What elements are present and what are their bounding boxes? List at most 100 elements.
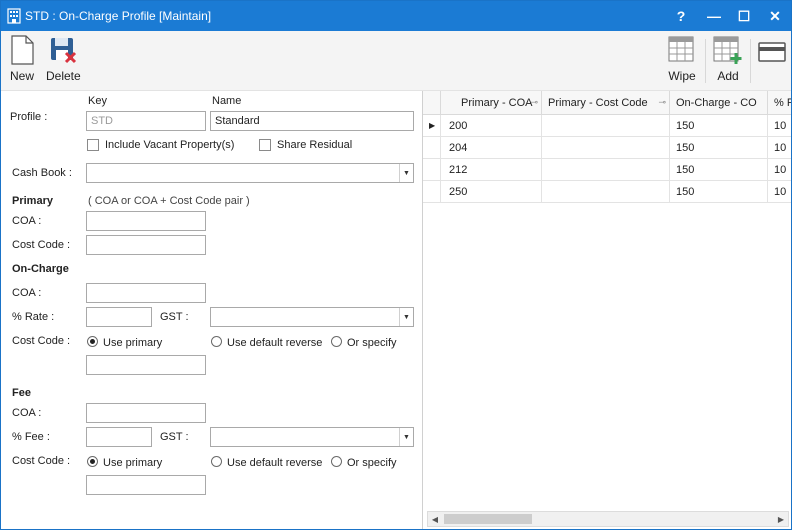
table-cell[interactable]: [542, 137, 670, 159]
on-charge-gst-select[interactable]: ▼: [210, 307, 414, 327]
wipe-button[interactable]: Wipe: [668, 35, 696, 83]
column-header[interactable]: % R: [768, 91, 791, 115]
primary-coa-label: COA :: [12, 215, 42, 227]
fee-specify-field[interactable]: [86, 475, 206, 495]
primary-cost-code-field[interactable]: [86, 235, 206, 255]
table-cell[interactable]: 250: [441, 181, 542, 203]
fee-gst-label: GST :: [160, 431, 189, 443]
table-cell[interactable]: 150: [670, 137, 768, 159]
pin-icon[interactable]: ⊸: [530, 97, 538, 108]
table-cell[interactable]: [542, 181, 670, 203]
cash-book-label: Cash Book :: [12, 167, 72, 179]
add-grid-icon: [713, 36, 742, 64]
scroll-left-icon[interactable]: ◀: [428, 512, 442, 526]
card-button[interactable]: [758, 35, 786, 65]
table-cell[interactable]: 10: [768, 159, 791, 181]
column-header-label: On-Charge - CO: [676, 97, 757, 109]
table-row[interactable]: 204 150 10: [423, 137, 791, 159]
building-icon: [7, 8, 21, 24]
include-vacant-label: Include Vacant Property(s): [105, 139, 235, 151]
table-cell[interactable]: 200: [441, 115, 542, 137]
table-row[interactable]: 250 150 10: [423, 181, 791, 203]
table-cell[interactable]: [542, 115, 670, 137]
column-header-label: % R: [774, 97, 791, 109]
table-cell[interactable]: 10: [768, 115, 791, 137]
grid-header: Primary - COA ⊸ Primary - Cost Code ⊸ On…: [423, 91, 791, 115]
primary-hint: ( COA or COA + Cost Code pair ): [88, 195, 250, 207]
horizontal-scrollbar[interactable]: ◀ ▶: [427, 511, 789, 527]
table-cell[interactable]: 10: [768, 137, 791, 159]
fee-default-reverse-radio[interactable]: [211, 456, 222, 467]
profile-name-field[interactable]: Standard: [210, 111, 414, 131]
table-cell[interactable]: 10: [768, 181, 791, 203]
on-charge-rate-field[interactable]: [86, 307, 152, 327]
delete-save-icon: [51, 38, 77, 64]
table-row[interactable]: ▶ 200 150 10: [423, 115, 791, 137]
fee-gst-select[interactable]: ▼: [210, 427, 414, 447]
on-charge-or-specify-radio[interactable]: [331, 336, 342, 347]
title-bar: STD : On-Charge Profile [Maintain] ? — ☐…: [1, 1, 791, 31]
wipe-label: Wipe: [668, 69, 696, 83]
new-button[interactable]: New: [9, 35, 35, 83]
on-charge-specify-field[interactable]: [86, 355, 206, 375]
fee-percent-label: % Fee :: [12, 431, 50, 443]
profile-form: Key Name Profile : STD Standard Include …: [1, 91, 422, 529]
cash-book-select[interactable]: ▼: [86, 163, 414, 183]
scroll-right-icon[interactable]: ▶: [774, 512, 788, 526]
share-residual-checkbox[interactable]: [259, 139, 271, 151]
table-cell[interactable]: 150: [670, 159, 768, 181]
toolbar-separator: [705, 39, 706, 83]
scrollbar-thumb[interactable]: [444, 514, 532, 524]
delete-label: Delete: [46, 69, 81, 83]
card-icon: [758, 42, 786, 62]
include-vacant-checkbox[interactable]: [87, 139, 99, 151]
on-charge-coa-field[interactable]: [86, 283, 206, 303]
fee-percent-field[interactable]: [86, 427, 152, 447]
primary-coa-field[interactable]: [86, 211, 206, 231]
on-charge-use-primary-label: Use primary: [103, 337, 163, 349]
on-charge-coa-label: COA :: [12, 287, 42, 299]
on-charge-default-reverse-label: Use default reverse: [227, 337, 323, 349]
close-button[interactable]: ✕: [759, 1, 791, 31]
on-charge-cost-code-label: Cost Code :: [12, 335, 71, 347]
table-row[interactable]: 212 150 10: [423, 159, 791, 181]
minimize-button[interactable]: —: [698, 1, 730, 31]
on-charge-heading: On-Charge: [12, 263, 69, 275]
profile-key-field: STD: [86, 111, 206, 131]
column-header[interactable]: Primary - Cost Code ⊸: [542, 91, 670, 115]
table-cell[interactable]: 150: [670, 115, 768, 137]
fee-use-primary-label: Use primary: [103, 457, 163, 469]
on-charge-use-primary-radio[interactable]: [87, 336, 98, 347]
fee-coa-field[interactable]: [86, 403, 206, 423]
fee-default-reverse-label: Use default reverse: [227, 457, 323, 469]
column-header-label: Primary - Cost Code: [548, 97, 648, 109]
fee-use-primary-radio[interactable]: [87, 456, 98, 467]
column-header[interactable]: On-Charge - CO: [670, 91, 768, 115]
profile-grid: Primary - COA ⊸ Primary - Cost Code ⊸ On…: [423, 91, 791, 511]
add-button[interactable]: Add: [713, 35, 743, 83]
table-cell[interactable]: 212: [441, 159, 542, 181]
row-indicator: [423, 181, 441, 203]
window-title: STD : On-Charge Profile [Maintain]: [25, 9, 212, 23]
chevron-down-icon: ▼: [399, 428, 413, 446]
wipe-grid-icon: [668, 36, 694, 62]
on-charge-gst-label: GST :: [160, 311, 189, 323]
fee-or-specify-radio[interactable]: [331, 456, 342, 467]
on-charge-or-specify-label: Or specify: [347, 337, 397, 349]
share-residual-label: Share Residual: [277, 139, 353, 151]
table-cell[interactable]: 204: [441, 137, 542, 159]
column-header-label: Primary - COA: [461, 97, 533, 109]
help-button[interactable]: ?: [665, 1, 697, 31]
on-charge-rate-label: % Rate :: [12, 311, 55, 323]
table-cell[interactable]: [542, 159, 670, 181]
toolbar: New Delete Wipe Add: [1, 31, 791, 91]
profile-label: Profile :: [10, 111, 48, 123]
maximize-button[interactable]: ☐: [728, 1, 760, 31]
table-cell[interactable]: 150: [670, 181, 768, 203]
on-charge-default-reverse-radio[interactable]: [211, 336, 222, 347]
add-label: Add: [717, 69, 739, 83]
delete-button[interactable]: Delete: [46, 35, 81, 83]
column-header[interactable]: Primary - COA ⊸: [441, 91, 542, 115]
fee-coa-label: COA :: [12, 407, 42, 419]
pin-icon[interactable]: ⊸: [658, 97, 666, 108]
